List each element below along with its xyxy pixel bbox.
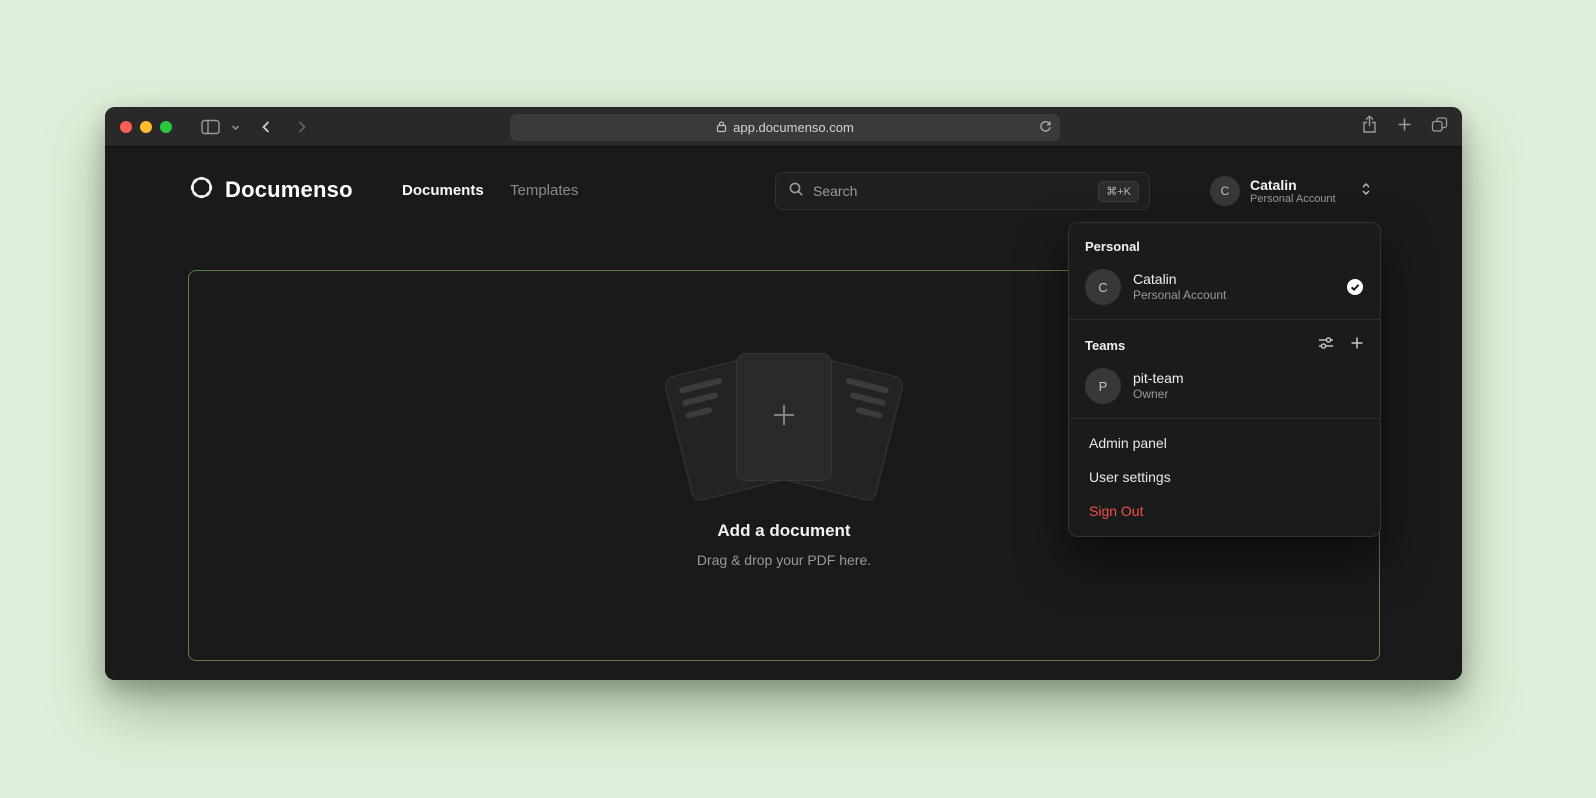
personal-account-subtitle: Personal Account	[1133, 288, 1226, 303]
menu-item-sign-out[interactable]: Sign Out	[1069, 494, 1380, 528]
selected-check-icon	[1346, 278, 1364, 296]
chevron-up-down-icon	[1360, 181, 1372, 202]
app-page: Documenso Documents Templates ⌘+K C Cata…	[105, 147, 1462, 680]
close-window-button[interactable]	[120, 121, 132, 133]
personal-account-item[interactable]: C Catalin Personal Account	[1069, 262, 1380, 312]
desktop-background: app.documenso.com	[0, 0, 1596, 798]
documents-illustration	[669, 351, 899, 506]
toolbar-chevron-down-icon[interactable]	[230, 107, 241, 147]
dropzone-subtitle: Drag & drop your PDF here.	[189, 552, 1379, 568]
menu-item-admin-panel[interactable]: Admin panel	[1069, 426, 1380, 460]
documenso-logo-icon	[188, 174, 215, 206]
tab-overview-icon[interactable]	[1431, 116, 1448, 138]
search-icon	[788, 181, 804, 202]
manage-teams-icon[interactable]	[1318, 336, 1334, 355]
share-icon[interactable]	[1361, 115, 1378, 139]
back-icon[interactable]	[260, 107, 272, 147]
personal-section-label: Personal	[1069, 229, 1380, 262]
avatar: C	[1085, 269, 1121, 305]
nav-templates[interactable]: Templates	[510, 182, 578, 199]
menu-divider	[1069, 319, 1380, 320]
account-name: Catalin	[1250, 177, 1336, 193]
teams-section-header: Teams	[1069, 327, 1380, 361]
plus-icon	[771, 402, 797, 433]
address-url: app.documenso.com	[733, 120, 854, 135]
toolbar-right-actions	[1361, 107, 1448, 147]
account-menu-trigger[interactable]: C Catalin Personal Account	[1210, 176, 1372, 206]
browser-window: app.documenso.com	[105, 107, 1462, 680]
new-tab-icon[interactable]	[1397, 117, 1412, 137]
search-box: ⌘+K	[775, 172, 1150, 210]
personal-account-name: Catalin	[1133, 271, 1226, 288]
teams-section-label: Teams	[1085, 338, 1125, 353]
illustration-card-center	[736, 353, 832, 481]
brand-logo[interactable]: Documenso	[188, 174, 353, 206]
forward-icon[interactable]	[296, 107, 308, 147]
menu-item-user-settings[interactable]: User settings	[1069, 460, 1380, 494]
window-controls	[120, 107, 172, 147]
team-name: pit-team	[1133, 370, 1184, 387]
minimize-window-button[interactable]	[140, 121, 152, 133]
add-team-icon[interactable]	[1350, 336, 1364, 355]
team-item-pit-team[interactable]: P pit-team Owner	[1069, 361, 1380, 411]
search-input[interactable]	[813, 183, 1089, 199]
account-subtitle: Personal Account	[1250, 193, 1336, 206]
refresh-icon[interactable]	[1039, 120, 1052, 136]
zoom-window-button[interactable]	[160, 121, 172, 133]
nav-documents[interactable]: Documents	[402, 182, 484, 199]
sidebar-toggle-icon[interactable]	[201, 107, 220, 147]
browser-toolbar: app.documenso.com	[105, 107, 1462, 147]
brand-name: Documenso	[225, 177, 353, 203]
account-dropdown-menu: Personal C Catalin Personal Account	[1068, 222, 1381, 537]
avatar: C	[1210, 176, 1240, 206]
lock-icon	[716, 120, 727, 136]
search-shortcut-badge: ⌘+K	[1098, 181, 1139, 202]
avatar: P	[1085, 368, 1121, 404]
team-role: Owner	[1133, 387, 1184, 402]
address-bar[interactable]: app.documenso.com	[510, 114, 1060, 141]
menu-divider	[1069, 418, 1380, 419]
